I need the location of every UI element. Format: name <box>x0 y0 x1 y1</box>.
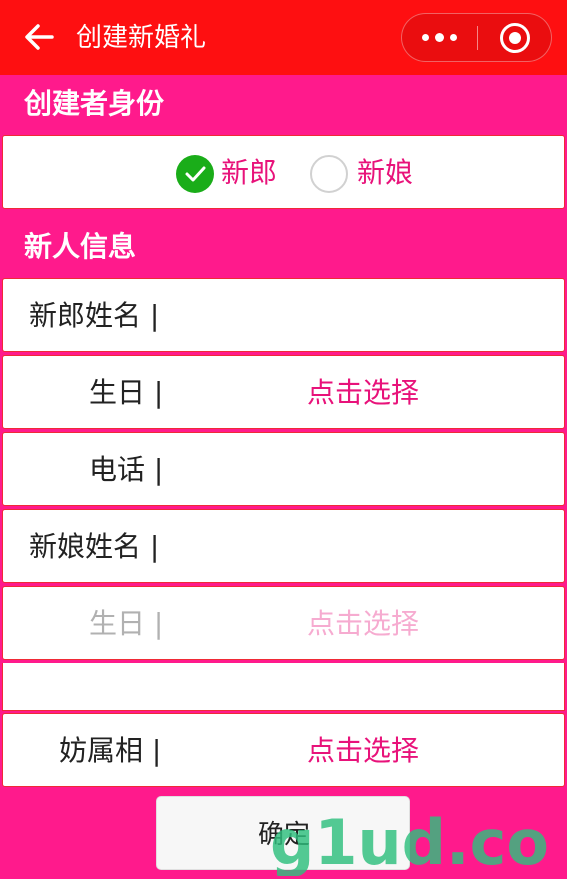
watermark-text: g1ud.com <box>270 806 550 876</box>
groom-option-label[interactable]: 新郎 <box>221 154 277 192</box>
more-dots-icon[interactable] <box>402 14 477 61</box>
capsule-divider <box>477 26 478 50</box>
bride-birthday-label: 生日 | <box>89 607 164 640</box>
groom-name-row[interactable]: 新郎姓名 | <box>2 278 565 352</box>
navbar: 创建新婚礼 <box>0 0 567 75</box>
arrow-left-icon[interactable] <box>22 18 56 56</box>
bride-radio[interactable] <box>310 155 348 193</box>
bride-name-label: 新娘姓名 | <box>29 530 160 563</box>
groom-phone-row[interactable]: 电话 | <box>2 432 565 506</box>
bride-birthday-picker[interactable]: 点击选择 <box>307 605 419 643</box>
bride-name-row[interactable]: 新娘姓名 | <box>2 509 565 583</box>
creator-section-title: 创建者身份 <box>24 87 165 120</box>
zodiac-row[interactable]: 妨属相 | 点击选择 <box>2 713 565 787</box>
groom-phone-label: 电话 | <box>89 453 164 486</box>
zodiac-picker[interactable]: 点击选择 <box>307 732 419 770</box>
groom-birthday-row[interactable]: 生日 | 点击选择 <box>2 355 565 429</box>
groom-radio[interactable] <box>176 155 214 193</box>
check-icon <box>185 166 206 182</box>
target-circle-icon[interactable] <box>500 23 530 53</box>
page-title: 创建新婚礼 <box>76 23 207 53</box>
bride-option-label[interactable]: 新娘 <box>357 154 413 192</box>
groom-birthday-label: 生日 | <box>89 376 164 409</box>
mini-program-capsule <box>401 13 552 62</box>
blank-row <box>2 663 565 711</box>
creator-identity-row: 新郎 新娘 <box>2 135 565 209</box>
info-section-title: 新人信息 <box>24 230 137 263</box>
groom-name-label: 新郎姓名 | <box>29 299 160 332</box>
groom-birthday-picker[interactable]: 点击选择 <box>307 374 419 412</box>
zodiac-label: 妨属相 | <box>59 734 162 767</box>
bride-birthday-row[interactable]: 生日 | 点击选择 <box>2 586 565 660</box>
watermark: g1ud.com <box>270 806 550 876</box>
